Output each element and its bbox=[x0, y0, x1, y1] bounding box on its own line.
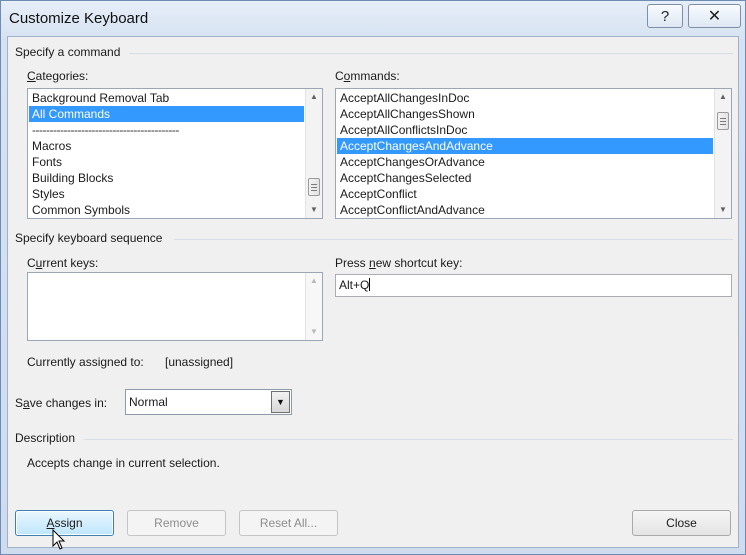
list-item[interactable]: AcceptAllConflictsInDoc bbox=[337, 122, 713, 138]
group-divider bbox=[174, 239, 733, 240]
help-button[interactable]: ? bbox=[647, 4, 683, 28]
list-separator: ----------------------------------------… bbox=[32, 123, 179, 137]
commands-listbox[interactable]: AcceptAllChangesInDoc AcceptAllChangesSh… bbox=[335, 88, 732, 219]
dropdown-arrow-icon[interactable]: ▼ bbox=[271, 391, 290, 413]
grip-line bbox=[720, 124, 726, 125]
list-item[interactable]: Common Symbols bbox=[29, 202, 304, 218]
currently-assigned-value: [unassigned] bbox=[165, 355, 234, 369]
close-window-button[interactable]: ✕ bbox=[688, 4, 741, 28]
list-item[interactable]: AcceptChangesSelected bbox=[337, 170, 713, 186]
scroll-up-icon[interactable]: ▲ bbox=[306, 89, 322, 105]
mouse-pointer-icon bbox=[52, 529, 66, 550]
description-text: Accepts change in current selection. bbox=[27, 456, 220, 470]
list-item[interactable]: AcceptConflict bbox=[337, 186, 713, 202]
commands-label: Commands: bbox=[335, 69, 400, 83]
grip-line bbox=[311, 187, 317, 188]
save-changes-label: Save changes in: bbox=[15, 396, 108, 410]
new-shortcut-label: Press new shortcut key: bbox=[335, 256, 463, 270]
grip-line bbox=[720, 118, 726, 119]
categories-label: Categories: bbox=[27, 69, 89, 83]
save-changes-value: Normal bbox=[129, 395, 168, 409]
list-item[interactable]: Fonts bbox=[29, 154, 304, 170]
categories-scrollbar[interactable]: ▲ ▼ bbox=[305, 89, 322, 218]
scroll-down-icon[interactable]: ▼ bbox=[715, 202, 731, 218]
window-title: Customize Keyboard bbox=[9, 10, 149, 27]
current-keys-label: Current keys: bbox=[27, 256, 99, 270]
grip-line bbox=[720, 121, 726, 122]
categories-listbox[interactable]: Background Removal Tab All Commands ----… bbox=[27, 88, 323, 219]
commands-scrollbar[interactable]: ▲ ▼ bbox=[714, 89, 731, 218]
new-shortcut-input[interactable]: Alt+Q bbox=[335, 274, 732, 297]
group-divider bbox=[84, 439, 733, 440]
scroll-up-icon[interactable]: ▲ bbox=[715, 89, 731, 105]
list-item[interactable]: AcceptAllChangesInDoc bbox=[337, 90, 713, 106]
list-item-selected[interactable]: All Commands bbox=[29, 106, 304, 122]
text-caret bbox=[369, 278, 371, 291]
list-item[interactable]: Building Blocks bbox=[29, 170, 304, 186]
list-item[interactable]: Macros bbox=[29, 138, 304, 154]
close-button[interactable]: Close bbox=[632, 510, 731, 536]
grip-line bbox=[311, 184, 317, 185]
specify-command-group-title: Specify a command bbox=[15, 45, 127, 59]
remove-button[interactable]: Remove bbox=[127, 510, 226, 536]
question-mark-icon: ? bbox=[660, 7, 670, 25]
grip-line bbox=[311, 190, 317, 191]
scrollbar-thumb[interactable] bbox=[308, 178, 320, 196]
list-item[interactable]: Styles bbox=[29, 186, 304, 202]
list-item[interactable]: AcceptAllChangesShown bbox=[337, 106, 713, 122]
currently-assigned-label: Currently assigned to: bbox=[27, 355, 144, 369]
list-item[interactable]: AcceptChangesOrAdvance bbox=[337, 154, 713, 170]
categories-list: Background Removal Tab All Commands ----… bbox=[29, 90, 304, 218]
scroll-down-icon[interactable]: ▼ bbox=[306, 202, 322, 218]
current-keys-listbox[interactable]: ▲ ▼ bbox=[27, 272, 323, 341]
save-changes-dropdown[interactable]: Normal ▼ bbox=[125, 389, 292, 415]
commands-list: AcceptAllChangesInDoc AcceptAllChangesSh… bbox=[337, 90, 713, 218]
list-item[interactable]: AcceptConflictAndAdvance bbox=[337, 202, 713, 218]
reset-all-button[interactable]: Reset All... bbox=[239, 510, 338, 536]
new-shortcut-value: Alt+Q bbox=[339, 278, 370, 292]
list-item[interactable]: Background Removal Tab bbox=[29, 90, 304, 106]
close-x-icon: ✕ bbox=[707, 8, 722, 25]
scroll-down-icon[interactable]: ▼ bbox=[306, 324, 322, 340]
list-item-selected[interactable]: AcceptChangesAndAdvance bbox=[337, 138, 713, 154]
description-group-title: Description bbox=[15, 431, 82, 445]
keyboard-sequence-group-title: Specify keyboard sequence bbox=[15, 231, 169, 245]
group-divider bbox=[129, 53, 733, 54]
current-keys-scrollbar[interactable]: ▲ ▼ bbox=[305, 273, 322, 340]
scroll-up-icon[interactable]: ▲ bbox=[306, 273, 322, 289]
scrollbar-thumb[interactable] bbox=[717, 112, 729, 130]
